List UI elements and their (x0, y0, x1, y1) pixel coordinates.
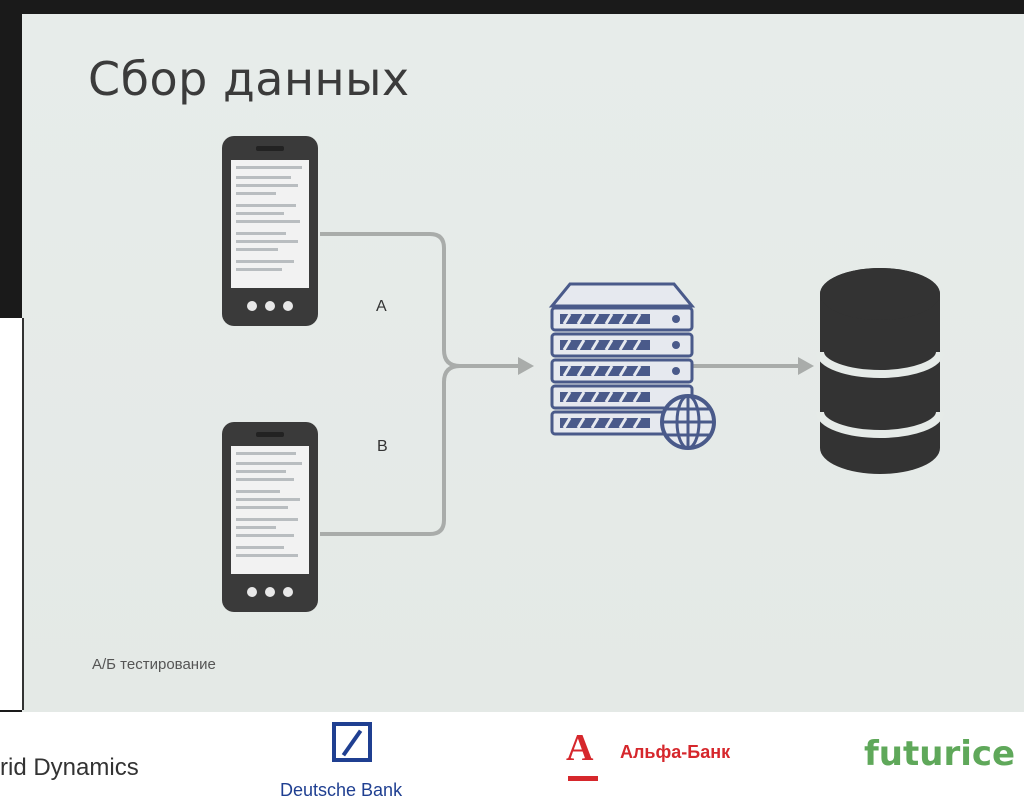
alfa-bank-logo-icon: А (566, 727, 594, 769)
deutsche-bank-name: Deutsche Bank (280, 780, 403, 800)
variant-b-label: B (377, 438, 388, 455)
sponsor-bar: rid Dynamics Deutsche Bank А Альфа-Банк … (0, 712, 1024, 811)
globe-icon (660, 394, 716, 450)
slide: Сбор данных A B А/Б тестирование (22, 14, 1024, 714)
alfa-bank-name: Альфа-Банк (620, 742, 731, 762)
connector-phone-a (320, 232, 522, 368)
screen-edge (0, 318, 24, 710)
sponsor-futurice: futurice (864, 734, 1016, 774)
arrow-to-database (798, 357, 814, 375)
slide-caption: А/Б тестирование (92, 656, 216, 673)
server-icon (548, 282, 716, 450)
alfa-bank-logo-bar (568, 776, 598, 781)
smartphone-icon (222, 422, 318, 612)
arrow-to-server (518, 357, 534, 375)
ab-test-diagram (222, 136, 944, 612)
variant-a-label: A (376, 298, 387, 315)
sponsor-deutsche-bank: Deutsche Bank (280, 722, 430, 811)
deutsche-bank-logo-icon (332, 722, 372, 762)
connector-lines (320, 232, 802, 536)
smartphone-icon (222, 136, 318, 326)
sponsor-grid-dynamics: rid Dynamics (0, 754, 139, 781)
database-icon (816, 268, 944, 474)
connector-phone-b (320, 364, 522, 536)
